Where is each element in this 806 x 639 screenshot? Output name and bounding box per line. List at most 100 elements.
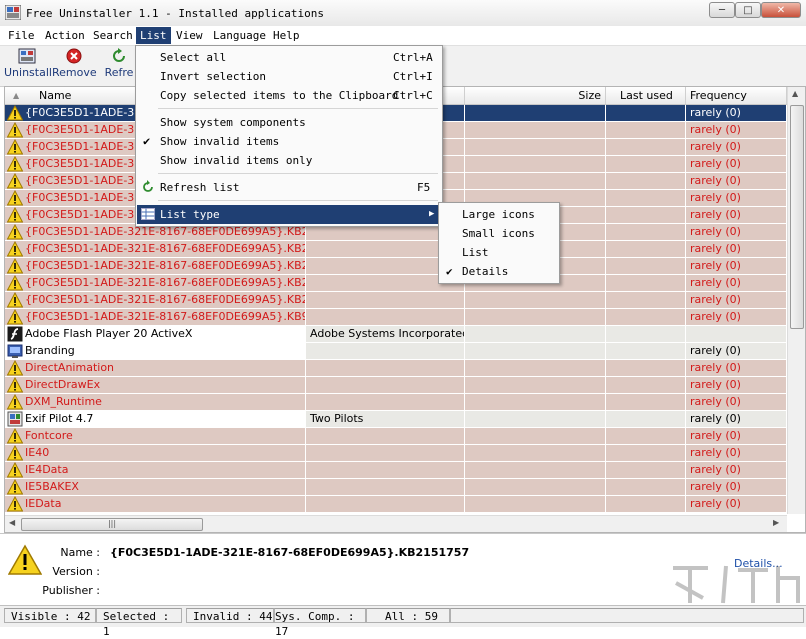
menu-show-system-components[interactable]: Show system components [137, 113, 439, 132]
row-size-cell [465, 377, 606, 393]
row-frequency-cell: rarely (0) [686, 343, 787, 359]
submenu-list[interactable]: List [440, 243, 556, 262]
row-name-cell: DirectDrawEx [5, 377, 306, 393]
maximize-icon: □ [743, 4, 753, 16]
table-row[interactable]: {F0C3E5D1-1ADE-321E-8167-68EF0DE699A5}.K… [5, 291, 787, 309]
refresh-icon [113, 48, 125, 62]
table-row[interactable]: DirectDrawEx rarely (0) [5, 376, 787, 394]
row-last-used-cell [606, 309, 686, 325]
table-row[interactable]: IE40 rarely (0) [5, 444, 787, 462]
submenu-large-icons[interactable]: Large icons [440, 205, 556, 224]
menu-separator [158, 173, 438, 174]
row-size-cell [465, 479, 606, 495]
menu-view[interactable]: View [172, 27, 207, 44]
grid-icon [141, 208, 155, 220]
row-size-cell [465, 411, 606, 427]
scroll-left-icon[interactable]: ◀ [9, 518, 15, 527]
menu-help[interactable]: Help [269, 27, 304, 44]
row-name-cell: {F0C3E5D1-1ADE-321E-8167-68EF0DE699A5}.K… [5, 258, 306, 274]
horizontal-scrollbar[interactable]: ◀ ||| ▶ [5, 515, 787, 532]
warning-icon [6, 376, 24, 393]
table-row[interactable]: IE4Data rarely (0) [5, 461, 787, 479]
column-frequency[interactable]: Frequency [686, 87, 787, 104]
row-size-cell [465, 428, 606, 444]
row-frequency-cell: rarely (0) [686, 224, 787, 240]
scroll-up-icon[interactable]: ▲ [792, 89, 798, 98]
sort-up-icon: ▲ [13, 91, 20, 100]
maximize-button[interactable]: □ [735, 2, 761, 18]
row-publisher-cell: Adobe Systems Incorporated [306, 326, 465, 342]
horizontal-scroll-thumb[interactable]: ||| [21, 518, 203, 531]
row-last-used-cell [606, 428, 686, 444]
minimize-button[interactable]: ─ [709, 2, 735, 18]
row-publisher-cell: Two Pilots [306, 411, 465, 427]
menu-invert-selection[interactable]: Invert selection Ctrl+I [137, 67, 439, 86]
row-frequency-cell: rarely (0) [686, 428, 787, 444]
submenu-small-icons[interactable]: Small icons [440, 224, 556, 243]
submenu-list-label: List [462, 246, 489, 259]
column-name-label: Name [39, 89, 72, 102]
menu-show-invalid-items-only-label: Show invalid items only [160, 154, 313, 167]
submenu-details[interactable]: ✔ Details [440, 262, 556, 281]
menu-select-all[interactable]: Select all Ctrl+A [137, 48, 439, 67]
remove-button[interactable]: Remove [52, 48, 97, 84]
menu-list-type[interactable]: List type ▶ [137, 205, 439, 224]
row-publisher-cell [306, 394, 465, 410]
row-frequency-cell: rarely (0) [686, 377, 787, 393]
row-name-cell: Exif Pilot 4.7 [5, 411, 306, 427]
refresh-button[interactable]: Refre [102, 48, 136, 84]
vertical-scroll-thumb[interactable] [790, 105, 804, 329]
menu-language[interactable]: Language [209, 27, 270, 44]
menu-show-invalid-items[interactable]: ✔ Show invalid items [137, 132, 439, 151]
table-row[interactable]: Exif Pilot 4.7 Two Pilots rarely (0) [5, 411, 787, 428]
row-frequency-cell: rarely (0) [686, 411, 787, 427]
warning-icon [6, 393, 24, 410]
row-size-cell [465, 360, 606, 376]
close-button[interactable]: ✕ [761, 2, 801, 18]
refresh-icon [143, 180, 153, 192]
menu-copy-clipboard[interactable]: Copy selected items to the Clipboard Ctr… [137, 86, 439, 105]
menu-list[interactable]: List [136, 27, 171, 44]
flash-icon [7, 326, 23, 342]
column-size[interactable]: Size [465, 87, 606, 104]
warning-icon [6, 495, 24, 512]
row-last-used-cell [606, 275, 686, 291]
row-frequency-cell: rarely (0) [686, 207, 787, 223]
menu-invert-selection-label: Invert selection [160, 70, 266, 83]
column-last-used[interactable]: Last used [606, 87, 686, 104]
refresh-label: Refre [104, 66, 134, 79]
table-row[interactable]: IEData rarely (0) [5, 495, 787, 513]
table-row[interactable]: DirectAnimation rarely (0) [5, 359, 787, 377]
scroll-right-icon[interactable]: ▶ [773, 518, 779, 527]
table-row[interactable]: Adobe Flash Player 20 ActiveX Adobe Syste… [5, 326, 787, 343]
row-last-used-cell [606, 105, 686, 121]
status-bar: Visible : 42 Selected : 1 Invalid : 44 S… [0, 605, 806, 638]
watermark-logo [673, 565, 800, 604]
menu-action[interactable]: Action [41, 27, 89, 44]
menu-file[interactable]: File [4, 27, 39, 44]
table-row[interactable]: {F0C3E5D1-1ADE-321E-8167-68EF0DE699A5}.K… [5, 274, 787, 292]
row-size-cell [465, 173, 606, 189]
menu-show-invalid-items-only[interactable]: Show invalid items only [137, 151, 439, 170]
row-name-cell: {F0C3E5D1-1ADE-321E-8167-68EF0DE699A5}.K… [5, 241, 306, 257]
table-row[interactable]: {F0C3E5D1-1ADE-321E-8167-68EF0DE699A5}.K… [5, 257, 787, 275]
menu-select-all-label: Select all [160, 51, 227, 64]
row-publisher-cell [306, 496, 465, 512]
uninstall-button[interactable]: Uninstall [4, 48, 52, 84]
table-row[interactable]: {F0C3E5D1-1ADE-321E-8167-68EF0DE699A5}.K… [5, 240, 787, 258]
vertical-scrollbar[interactable]: ▲ [787, 87, 805, 514]
menu-search[interactable]: Search [89, 27, 137, 44]
table-row[interactable]: Branding rarely (0) [5, 343, 787, 360]
table-row[interactable]: {F0C3E5D1-1ADE-321E-8167-68EF0DE699A5}.K… [5, 308, 787, 326]
table-row[interactable]: Fontcore rarely (0) [5, 427, 787, 445]
menu-show-invalid-items-label: Show invalid items [160, 135, 280, 148]
minimize-icon: ─ [718, 4, 726, 16]
menu-show-system-components-label: Show system components [160, 116, 306, 129]
row-frequency-cell: rarely (0) [686, 258, 787, 274]
menu-refresh-list[interactable]: Refresh list F5 [137, 178, 439, 197]
row-last-used-cell [606, 241, 686, 257]
status-sys-comp: Sys. Comp. : 17 [274, 608, 366, 638]
table-row[interactable]: IE5BAKEX rarely (0) [5, 478, 787, 496]
table-row[interactable]: DXM_Runtime rarely (0) [5, 393, 787, 411]
close-icon: ✕ [776, 4, 786, 16]
